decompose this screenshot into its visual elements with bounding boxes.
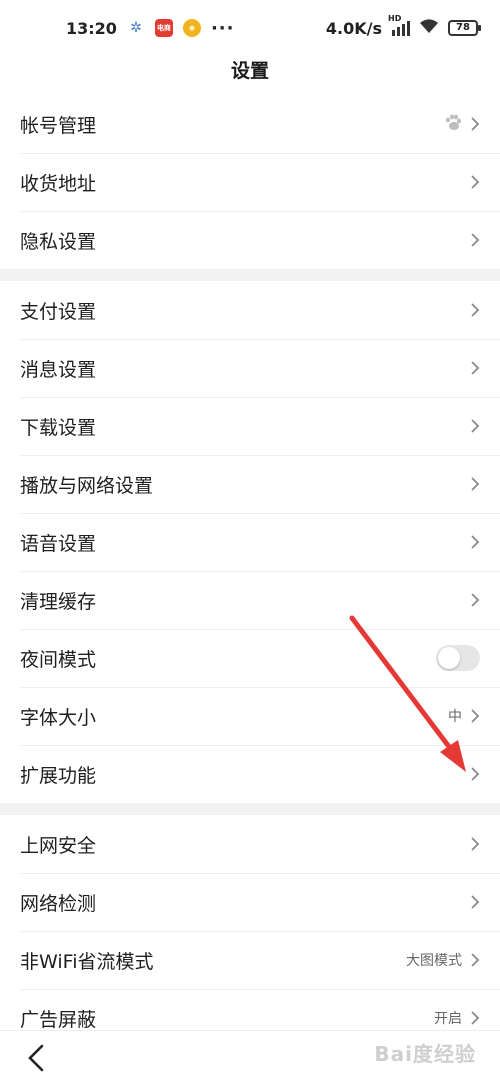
settings-item-account-management[interactable]: 帐号管理 [0,95,500,153]
settings-item-download[interactable]: 下载设置 [0,397,500,455]
weibo-notification-icon: ◉ [182,19,201,37]
settings-group-general: 支付设置 消息设置 下载设置 播放与网络设置 语音设置 清理缓存 夜间模式 字体… [0,281,500,803]
settings-item-label: 字体大小 [20,706,97,729]
chevron-right-icon [471,953,480,967]
settings-item-label: 夜间模式 [20,648,97,671]
settings-group-network: 上网安全 网络检测 非WiFi省流模式 大图模式 广告屏蔽 开启 [0,815,500,1047]
chevron-right-icon [471,233,480,247]
settings-item-extensions[interactable]: 扩展功能 [0,745,500,803]
settings-item-web-security[interactable]: 上网安全 [0,815,500,873]
signal-icon: HD [388,14,410,36]
settings-item-font-size[interactable]: 字体大小 中 [0,687,500,745]
chevron-right-icon [471,477,480,491]
settings-item-night-mode: 夜间模式 [0,629,500,687]
settings-item-label: 扩展功能 [20,764,97,787]
chevron-right-icon [471,593,480,607]
chevron-right-icon [471,767,480,781]
settings-item-voice[interactable]: 语音设置 [0,513,500,571]
status-time: 13:20 [66,18,117,38]
battery-icon: 78 [448,20,481,36]
network-speed: 4.0K/s [325,18,382,38]
baidu-paw-icon [444,113,462,135]
page-title: 设置 [230,60,269,82]
settings-item-label: 帐号管理 [20,114,97,137]
settings-item-label: 收货地址 [20,172,97,195]
chevron-right-icon [471,175,480,189]
status-bar: 13:20 ✲ 电商 ◉ ··· 4.0K/s HD 78 [0,0,500,56]
settings-item-label: 语音设置 [20,532,97,555]
settings-item-label: 支付设置 [20,300,97,323]
settings-item-shipping-address[interactable]: 收货地址 [0,153,500,211]
chevron-right-icon [471,303,480,317]
section-divider [0,269,500,281]
chevron-right-icon [471,419,480,433]
settings-item-payment[interactable]: 支付设置 [0,281,500,339]
settings-group-account: 帐号管理 收货地址 隐私设置 [0,95,500,269]
settings-gear-notification-icon: ✲ [126,19,145,37]
settings-item-clear-cache[interactable]: 清理缓存 [0,571,500,629]
back-arrow-icon[interactable] [24,1043,48,1073]
settings-item-label: 非WiFi省流模式 [20,950,154,973]
settings-item-label: 清理缓存 [20,590,97,613]
data-saver-value: 大图模式 [406,953,462,969]
night-mode-toggle[interactable] [436,645,480,671]
settings-item-messages[interactable]: 消息设置 [0,339,500,397]
chevron-right-icon [471,1011,480,1025]
baidu-jingyan-watermark: Bai度经验 [374,1042,476,1066]
chevron-right-icon [471,117,480,131]
settings-item-label: 消息设置 [20,358,97,381]
settings-list: 帐号管理 收货地址 隐私设置 支付设置 消息设置 下载设置 播放与网络设置 语音… [0,95,500,1047]
settings-item-label: 播放与网络设置 [20,474,154,497]
toggle-knob [438,647,460,669]
font-size-value: 中 [448,709,462,725]
settings-item-playback-network[interactable]: 播放与网络设置 [0,455,500,513]
shopping-app-notification-icon: 电商 [154,19,173,37]
chevron-right-icon [471,535,480,549]
settings-item-label: 上网安全 [20,834,97,857]
chevron-right-icon [471,709,480,723]
section-divider [0,803,500,815]
settings-item-network-check[interactable]: 网络检测 [0,873,500,931]
more-notifications-icon: ··· [210,17,235,39]
settings-item-label: 下载设置 [20,416,97,439]
settings-item-label: 广告屏蔽 [20,1008,97,1031]
settings-item-label: 网络检测 [20,892,97,915]
chevron-right-icon [471,895,480,909]
settings-item-data-saver[interactable]: 非WiFi省流模式 大图模式 [0,931,500,989]
wifi-icon [418,18,440,38]
settings-item-privacy[interactable]: 隐私设置 [0,211,500,269]
settings-item-label: 隐私设置 [20,230,97,253]
ad-block-value: 开启 [434,1011,462,1027]
chevron-right-icon [471,361,480,375]
chevron-right-icon [471,837,480,851]
